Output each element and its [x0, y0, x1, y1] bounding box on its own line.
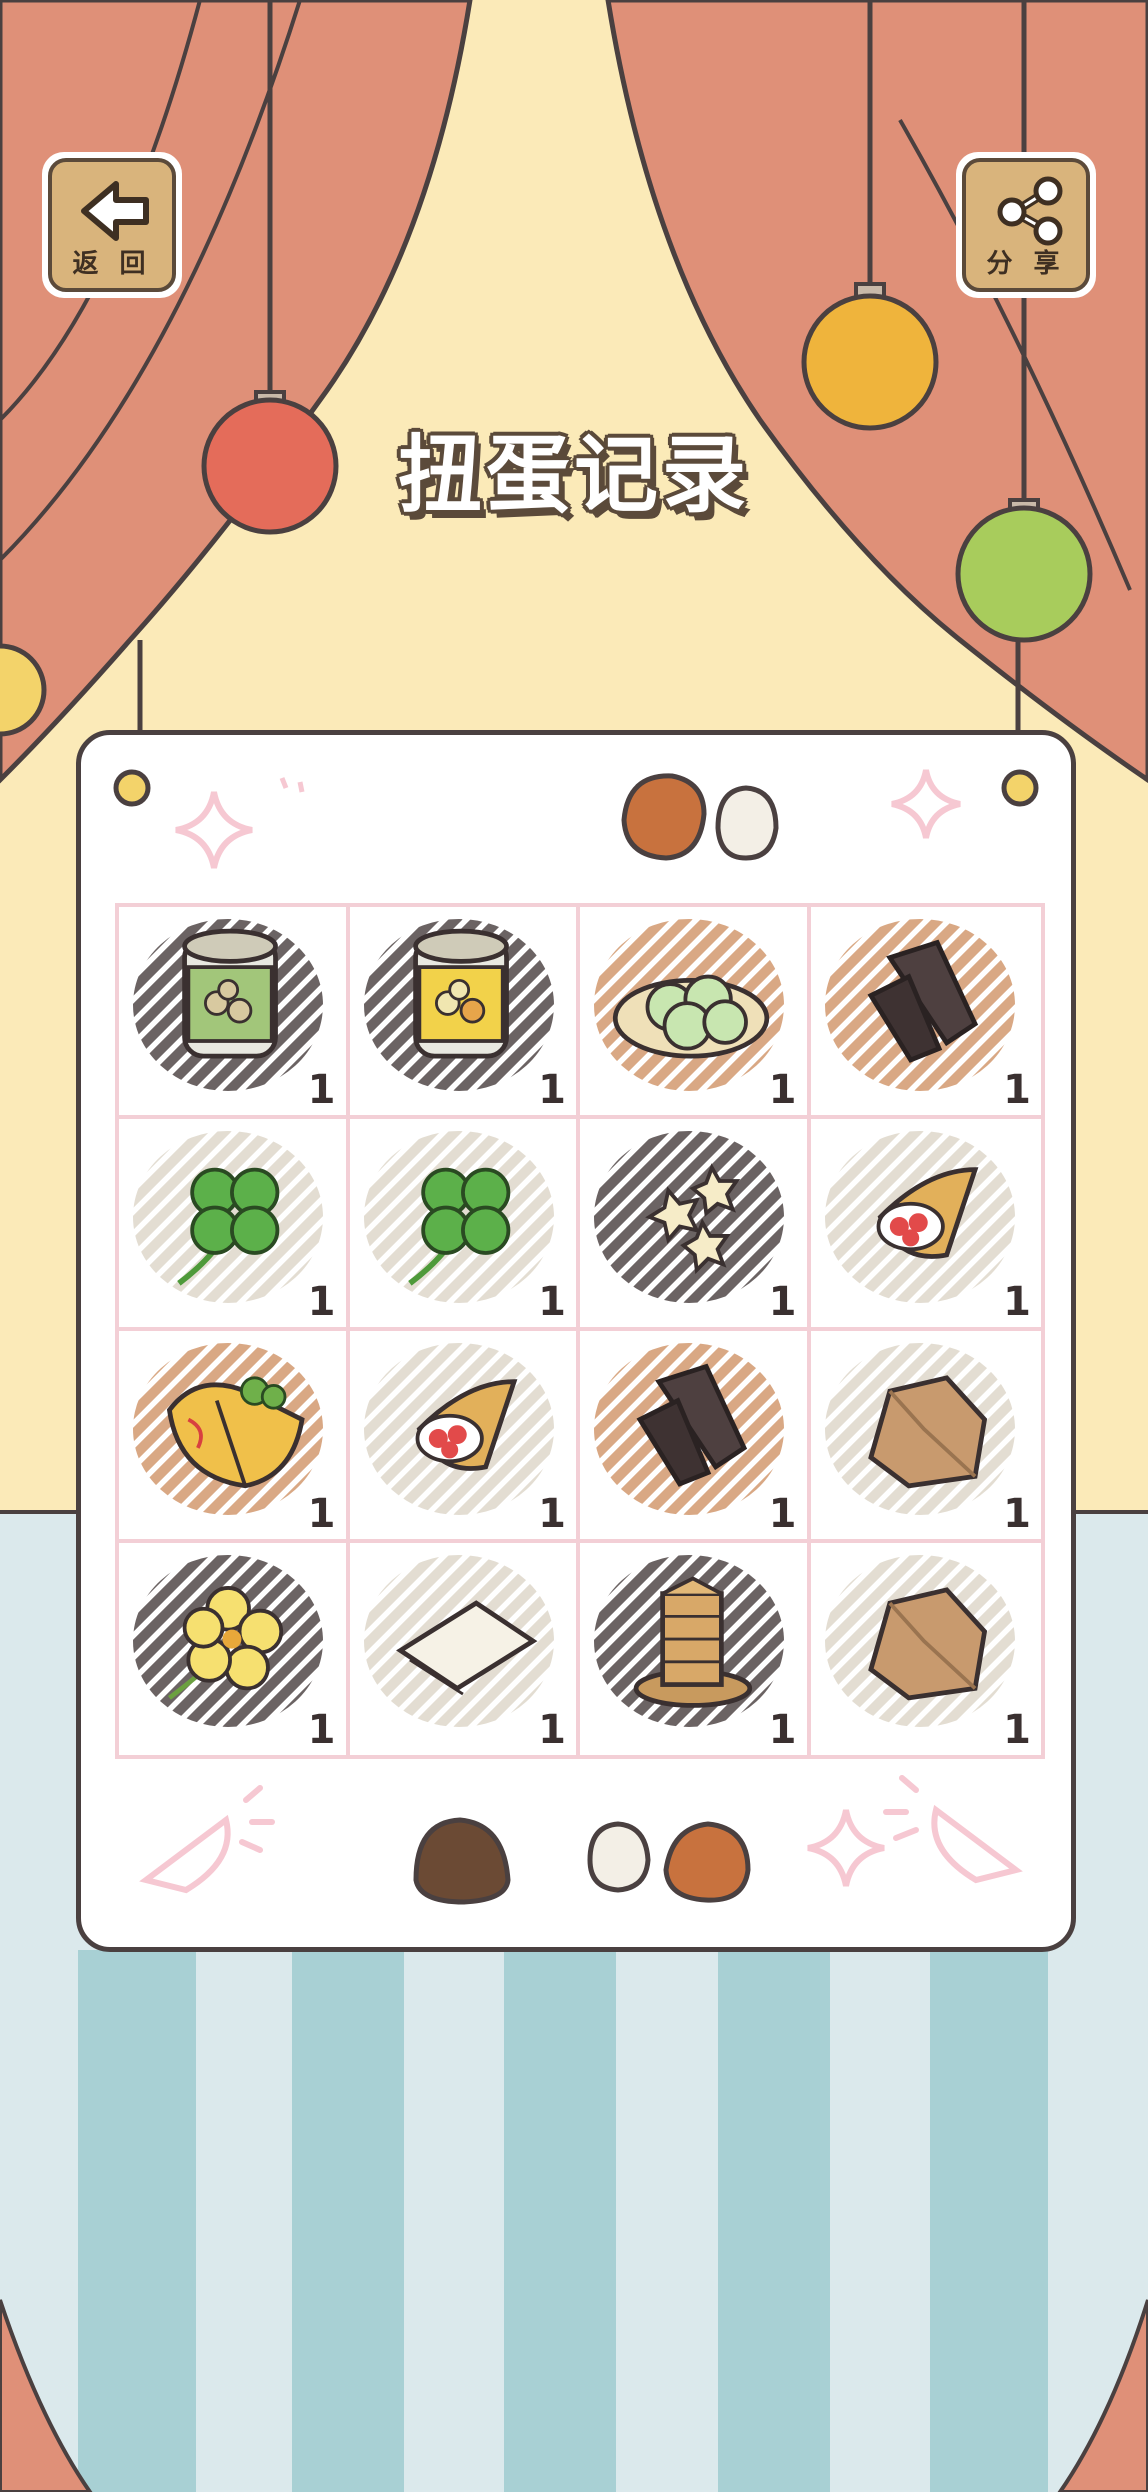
item-count: 1: [307, 1067, 336, 1113]
four-leaf-clover-icon: [177, 1167, 280, 1286]
corn-can-icon: [412, 928, 509, 1059]
capsule-white-icon: [587, 1821, 651, 1893]
capsule-dark-icon: [413, 1817, 511, 1905]
record-item-four-leaf-clover[interactable]: 1: [119, 1119, 350, 1331]
capsule-white-icon: [715, 785, 779, 861]
record-item-corn-can[interactable]: 1: [349, 907, 580, 1119]
item-count: 1: [768, 1067, 797, 1113]
dumpling-plate-icon: [612, 974, 770, 1059]
gacha-record-board: 1 1 1 1 1 1 1 1 1 1 1 1 1 1 1 1: [76, 730, 1076, 1952]
clover-can-icon: [182, 928, 278, 1059]
record-item-dumpling-plate[interactable]: 1: [580, 907, 811, 1119]
item-count: 1: [538, 1067, 566, 1113]
record-item-four-leaf-clover[interactable]: 1: [349, 1119, 580, 1331]
item-count: 1: [538, 1279, 566, 1325]
item-count: 1: [307, 1707, 336, 1753]
item-count: 1: [538, 1491, 566, 1537]
party-popper-icon: [883, 1775, 1023, 1884]
yellow-flower-icon: [167, 1586, 284, 1700]
record-item-dark-bark[interactable]: 1: [580, 1331, 811, 1543]
brown-rock-icon: [867, 1587, 987, 1701]
record-item-strawberry-crepe[interactable]: 1: [810, 1119, 1041, 1331]
record-item-omelette-wrap[interactable]: 1: [119, 1331, 350, 1543]
capsule-brown-icon: [663, 1821, 751, 1903]
record-item-clover-can[interactable]: 1: [119, 907, 350, 1119]
item-count: 1: [538, 1707, 566, 1753]
pin-left-icon: [113, 769, 151, 807]
record-item-tree-stump-stack[interactable]: 1: [580, 1543, 811, 1755]
pin-right-icon: [1001, 769, 1039, 807]
item-count: 1: [1003, 1067, 1031, 1113]
item-count: 1: [1003, 1707, 1031, 1753]
item-count: 1: [1003, 1491, 1031, 1537]
arrow-left-icon: [81, 181, 149, 241]
capsule-brown-icon: [621, 773, 707, 861]
sparkle-icon: [891, 769, 961, 839]
sparkle-icon: [807, 1809, 885, 1887]
record-item-dark-bark[interactable]: 1: [810, 907, 1041, 1119]
strawberry-crepe-icon: [876, 1167, 978, 1259]
dark-bark-icon: [636, 1363, 748, 1487]
record-item-brown-rock[interactable]: 1: [811, 1543, 1042, 1755]
back-button[interactable]: 返 回: [42, 152, 182, 298]
record-grid: 1 1 1 1 1 1 1 1 1 1 1 1 1 1 1 1: [115, 903, 1045, 1759]
back-label: 返 回: [72, 249, 152, 279]
tree-stump-stack-icon: [633, 1576, 753, 1708]
party-popper-icon: [139, 1785, 275, 1894]
star-cookies-icon: [645, 1163, 741, 1275]
brown-rock-icon: [867, 1375, 987, 1489]
record-item-rice-paper[interactable]: 1: [350, 1543, 580, 1755]
share-icon: [997, 176, 1063, 246]
record-item-strawberry-crepe[interactable]: 1: [349, 1331, 580, 1543]
share-button[interactable]: 分 享: [956, 152, 1096, 298]
item-count: 1: [768, 1279, 797, 1325]
page-title: 扭蛋记录: [397, 426, 750, 524]
item-count: 1: [768, 1707, 797, 1753]
rice-paper-icon: [395, 1600, 537, 1696]
dark-bark-icon: [867, 939, 978, 1063]
item-count: 1: [307, 1279, 336, 1325]
item-count: 1: [307, 1491, 336, 1537]
four-leaf-clover-icon: [407, 1167, 510, 1286]
omelette-wrap-icon: [166, 1376, 305, 1489]
record-item-yellow-flower[interactable]: 1: [119, 1543, 350, 1755]
share-label: 分 享: [986, 249, 1066, 279]
sparkle-icon: [175, 791, 253, 869]
record-item-star-cookies[interactable]: 1: [580, 1119, 811, 1331]
item-count: 1: [1003, 1279, 1031, 1325]
strawberry-crepe-icon: [415, 1379, 517, 1471]
item-count: 1: [768, 1491, 797, 1537]
record-item-brown-rock[interactable]: 1: [810, 1331, 1041, 1543]
